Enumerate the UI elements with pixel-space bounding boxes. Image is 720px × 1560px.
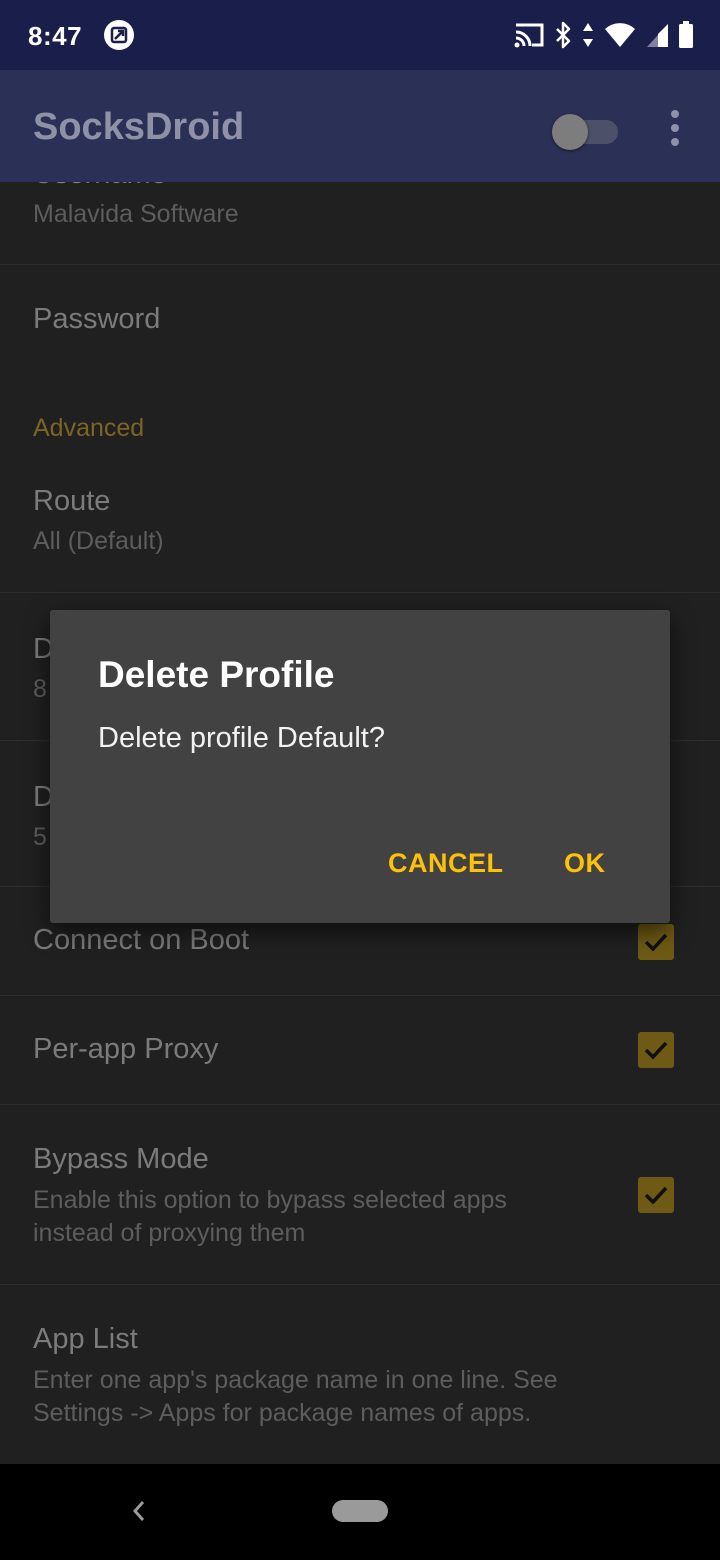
pref-title: Connect on Boot [33, 924, 250, 956]
pref-summary-line1: Enter one app's package name in one line… [33, 1366, 558, 1394]
toggle-thumb [552, 114, 588, 150]
pref-summary-line2: Settings -> Apps for package names of ap… [33, 1399, 532, 1427]
signal-icon [647, 24, 668, 47]
data-arrows-icon [583, 23, 593, 47]
pref-bypass-mode[interactable]: Bypass Mode Enable this option to bypass… [0, 1105, 720, 1285]
pref-title: Per-app Proxy [33, 1033, 219, 1065]
pref-summary-line1: Enable this option to bypass selected ap… [33, 1186, 507, 1214]
back-icon[interactable] [128, 1496, 150, 1526]
dialog-message: Delete profile Default? [98, 722, 385, 754]
dialog-title: Delete Profile [98, 654, 335, 695]
checkmark-icon [644, 933, 668, 952]
pref-route[interactable]: Route All (Default) [0, 455, 720, 593]
status-bar: 8:47 [0, 0, 720, 70]
home-pill[interactable] [332, 1500, 388, 1522]
checkmark-icon [644, 1041, 668, 1060]
navigation-bar [0, 1464, 720, 1560]
pref-password[interactable]: Password [0, 265, 720, 410]
bluetooth-icon [556, 21, 571, 49]
system-icons [514, 21, 694, 49]
cast-icon [514, 23, 544, 48]
category-advanced: Advanced [33, 414, 145, 442]
app-title: SocksDroid [33, 106, 245, 148]
pref-summary: All (Default) [33, 527, 164, 555]
app-bar: SocksDroid [0, 70, 720, 182]
pref-summary-line2: instead of proxying them [33, 1219, 306, 1247]
cancel-button[interactable]: CANCEL [388, 848, 504, 879]
pref-per-app-proxy[interactable]: Per-app Proxy [0, 996, 720, 1105]
delete-profile-dialog: Delete Profile Delete profile Default? C… [50, 610, 670, 923]
ok-button[interactable]: OK [564, 848, 606, 879]
bypass-mode-checkbox[interactable] [638, 1177, 674, 1213]
checkmark-icon [644, 1186, 668, 1205]
pref-title: App List [33, 1323, 138, 1355]
pref-title: Bypass Mode [33, 1143, 209, 1175]
pref-summary: Malavida Software [33, 200, 239, 228]
pref-title: Route [33, 485, 111, 517]
pref-title: Password [33, 303, 161, 335]
notification-app-icon [104, 20, 134, 50]
proxy-toggle[interactable] [552, 108, 618, 150]
status-time: 8:47 [28, 21, 83, 51]
per-app-proxy-checkbox[interactable] [638, 1032, 674, 1068]
overflow-menu-icon[interactable] [660, 106, 690, 150]
pref-app-list[interactable]: App List Enter one app's package name in… [0, 1285, 720, 1464]
wifi-icon [605, 23, 635, 47]
connect-on-boot-checkbox[interactable] [638, 924, 674, 960]
battery-icon [679, 21, 693, 48]
